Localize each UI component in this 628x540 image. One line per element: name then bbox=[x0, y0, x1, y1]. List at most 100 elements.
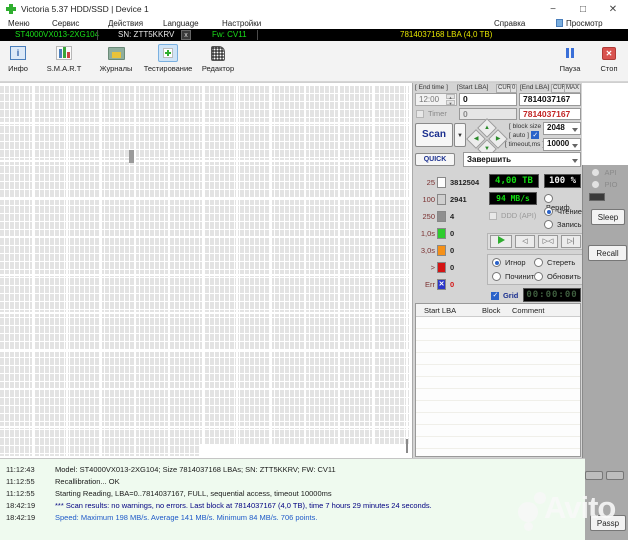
device-firmware: Fw: CV11 bbox=[212, 30, 247, 39]
skip-end-button[interactable]: ▷| bbox=[561, 235, 581, 248]
legend-row-err: Err ✕ 0 bbox=[425, 279, 455, 290]
refresh-radio[interactable] bbox=[534, 272, 543, 281]
spinner-down-icon[interactable]: ▼ bbox=[446, 100, 455, 106]
column-start-lba: Start LBA bbox=[424, 306, 457, 315]
chevron-down-icon bbox=[572, 158, 578, 163]
refresh-radio-row[interactable]: Обновить bbox=[534, 272, 581, 281]
legend-swatch bbox=[437, 194, 446, 205]
ignore-radio-row[interactable]: Игнор bbox=[492, 258, 526, 267]
editor-grid-icon bbox=[211, 45, 225, 61]
legend-row-250: 250 4 bbox=[422, 211, 455, 222]
device-capacity: 7814037168 LBA (4,0 TB) bbox=[400, 30, 493, 39]
menu-item-help[interactable]: Справка bbox=[494, 19, 525, 28]
column-comment: Comment bbox=[512, 306, 545, 315]
divider bbox=[257, 30, 258, 40]
info-button[interactable]: i Инфо bbox=[2, 44, 34, 73]
step-back-button[interactable]: ◁ bbox=[515, 235, 535, 248]
ddd-checkbox[interactable] bbox=[489, 211, 497, 220]
quick-button[interactable]: QUICK bbox=[415, 153, 455, 166]
maximize-button[interactable]: □ bbox=[576, 4, 590, 15]
grid-checkbox[interactable] bbox=[491, 291, 499, 300]
main-area: [ End time ] [Start LBA] CUR 0 [End LBA]… bbox=[0, 82, 628, 540]
grid-scroll-indicator[interactable] bbox=[406, 439, 408, 453]
timer-checkbox[interactable] bbox=[416, 109, 424, 118]
end-time-label: [ End time ] bbox=[415, 84, 448, 91]
block-size-select[interactable]: 2048 bbox=[543, 122, 581, 135]
menu-item-service[interactable]: Сервис bbox=[52, 19, 79, 28]
after-action-select[interactable]: Завершить bbox=[463, 152, 581, 167]
scan-button[interactable]: Scan bbox=[415, 123, 453, 147]
spinner-up-icon[interactable]: ▲ bbox=[446, 94, 455, 100]
device-close-button[interactable]: x bbox=[181, 30, 191, 40]
write-label: Запись bbox=[556, 220, 582, 229]
smart-button[interactable]: S.M.A.R.T bbox=[40, 44, 88, 73]
log-entry: 11:12:43 Model: ST4000VX013-2XG104; Size… bbox=[6, 465, 336, 474]
stop-button[interactable]: ✕ Стоп bbox=[594, 44, 624, 73]
sleep-button[interactable]: Sleep bbox=[591, 209, 625, 225]
side-panel: API PIO Sleep Recall Passp Звук Hints bbox=[582, 165, 628, 540]
end-lba-max-button[interactable]: MAX bbox=[564, 84, 582, 93]
menu-item-settings[interactable]: Настройки bbox=[222, 19, 261, 28]
log-pane[interactable]: 11:12:43 Model: ST4000VX013-2XG104; Size… bbox=[0, 458, 585, 540]
skip-next-button[interactable]: ▷◁ bbox=[538, 235, 558, 248]
erase-radio[interactable] bbox=[534, 258, 543, 267]
defect-table[interactable]: Start LBA Block Comment bbox=[415, 303, 581, 457]
test-button-selected[interactable]: Тестирование bbox=[138, 44, 198, 73]
column-block: Block bbox=[482, 306, 501, 315]
menu-item-language[interactable]: Language bbox=[163, 19, 199, 28]
read-radio[interactable] bbox=[544, 207, 553, 216]
legend-swatch bbox=[437, 177, 446, 188]
app-logo-icon bbox=[6, 4, 16, 14]
timeout-select[interactable]: 10000 bbox=[543, 138, 581, 151]
pause-button[interactable]: Пауза bbox=[552, 44, 588, 73]
block-size-label: [ block size ] bbox=[509, 123, 545, 130]
ignore-radio[interactable] bbox=[492, 258, 501, 267]
erase-radio-row[interactable]: Стереть bbox=[534, 258, 575, 267]
passp-button[interactable]: Passp bbox=[590, 515, 626, 531]
smart-chart-icon bbox=[56, 46, 72, 60]
verify-radio[interactable] bbox=[544, 194, 553, 203]
toolbar: i Инфо S.M.A.R.T Журналы Тестирование Ре… bbox=[0, 41, 628, 82]
api-radio-row[interactable]: API bbox=[591, 167, 617, 178]
mini-button-left[interactable] bbox=[585, 471, 603, 480]
buffer-view-icon bbox=[556, 19, 563, 27]
capacity-display: 4,00 TB bbox=[489, 174, 539, 188]
menu-item-actions[interactable]: Действия bbox=[108, 19, 143, 28]
scan-dropdown-button[interactable]: ▼ bbox=[454, 123, 466, 147]
logs-button[interactable]: Журналы bbox=[92, 44, 140, 73]
log-entry: 18:42:19 *** Scan results: no warnings, … bbox=[6, 501, 432, 510]
pio-radio-row[interactable]: PIO bbox=[591, 179, 617, 190]
log-entry: 11:12:55 Starting Reading, LBA=0..781403… bbox=[6, 489, 332, 498]
api-radio[interactable] bbox=[591, 168, 600, 178]
end-time-spinner[interactable]: 12:00 ▲ ▼ bbox=[415, 93, 457, 106]
start-lba-label: [Start LBA] bbox=[457, 84, 489, 91]
read-label: Чтение bbox=[556, 207, 582, 216]
pio-radio[interactable] bbox=[591, 180, 600, 190]
write-radio[interactable] bbox=[544, 220, 553, 229]
legend-swatch bbox=[437, 262, 446, 273]
end-lba-input[interactable]: 7814037167 bbox=[519, 93, 581, 106]
start-lba-zero-button[interactable]: 0 bbox=[510, 84, 518, 93]
log-entry: 11:12:55 Recallibration... OK bbox=[6, 477, 120, 486]
recall-button[interactable]: Recall bbox=[588, 245, 627, 261]
legend-swatch bbox=[437, 245, 446, 256]
block-map-grid[interactable] bbox=[0, 86, 410, 456]
play-button[interactable] bbox=[490, 235, 512, 248]
write-radio-row[interactable]: Запись bbox=[544, 220, 582, 229]
end-lba-confirm-input[interactable]: 7814037167 bbox=[519, 108, 581, 120]
repair-radio-row[interactable]: Починить bbox=[492, 272, 538, 281]
auto-checkbox[interactable] bbox=[530, 131, 539, 139]
divider bbox=[97, 30, 98, 40]
defect-action-group: Игнор Стереть Починить Обновить bbox=[487, 254, 583, 285]
device-info-bar: ST4000VX013-2XG104 SN: ZTT5KKRV x Fw: CV… bbox=[0, 29, 628, 41]
repair-radio[interactable] bbox=[492, 272, 501, 281]
info-icon: i bbox=[10, 46, 26, 60]
mini-button-right[interactable] bbox=[606, 471, 624, 480]
minimize-button[interactable]: − bbox=[546, 4, 560, 15]
slow-block-marker bbox=[129, 150, 134, 163]
close-button[interactable]: ✕ bbox=[606, 4, 620, 15]
editor-button[interactable]: Редактор bbox=[196, 44, 240, 73]
read-radio-row[interactable]: Чтение bbox=[544, 207, 582, 216]
start-lba-input[interactable]: 0 bbox=[459, 93, 517, 106]
menu-item-menu[interactable]: Меню bbox=[8, 19, 30, 28]
